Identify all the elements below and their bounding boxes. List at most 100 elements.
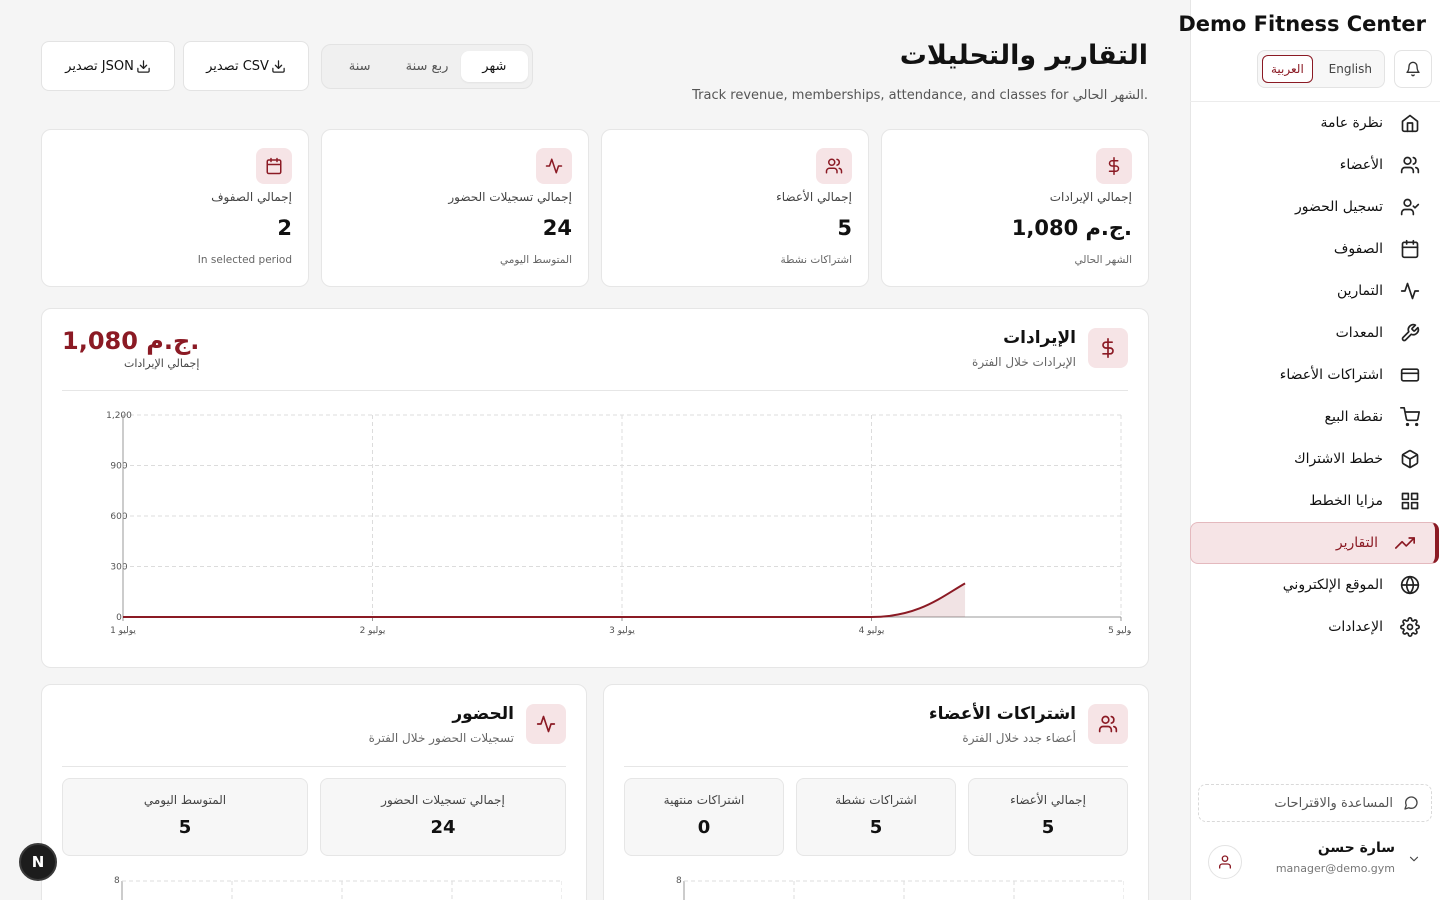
- activity-icon: [526, 704, 566, 744]
- sidebar-item-label: التمارين: [1336, 283, 1383, 299]
- revenue-total-label: إجمالي الإيرادات: [124, 357, 200, 370]
- package-icon: [1399, 448, 1421, 470]
- attendance-average-card: المتوسط اليومي 5: [62, 778, 308, 856]
- home-icon: [1399, 112, 1421, 134]
- lang-arabic-button[interactable]: العربية: [1262, 55, 1313, 83]
- sidebar-item-plan-features[interactable]: مزايا الخطط: [1190, 480, 1440, 522]
- mini-value: 5: [1041, 817, 1055, 838]
- stat-note: الشهر الحالي: [1074, 254, 1133, 266]
- notifications-button[interactable]: [1394, 50, 1432, 88]
- export-json-button[interactable]: تصدير JSON: [41, 41, 175, 91]
- sidebar-item-members[interactable]: الأعضاء: [1190, 144, 1440, 186]
- cart-icon: [1399, 406, 1421, 428]
- revenue-series-line: [123, 582, 966, 618]
- dev-tools-button[interactable]: N: [19, 843, 57, 881]
- chart-x-tick-label: 1 يوليو: [110, 626, 136, 636]
- mini-label: إجمالي الأعضاء: [1010, 793, 1086, 807]
- mini-label: اشتراكات نشطة: [835, 793, 917, 807]
- trending-up-icon: [1394, 532, 1416, 554]
- sidebar: Demo Fitness Center العربية English نظرة…: [1178, 0, 1440, 900]
- period-quarter-button[interactable]: ربع سنة: [393, 51, 460, 82]
- page-subtitle: Track revenue, memberships, attendance, …: [692, 88, 1148, 103]
- members-chart-top-tick: 8: [676, 876, 682, 886]
- language-switch: العربية English: [1257, 50, 1385, 88]
- members-active-card: اشتراكات نشطة 5: [796, 778, 956, 856]
- sidebar-item-memberships[interactable]: اشتراكات الأعضاء: [1190, 354, 1440, 396]
- period-month-button[interactable]: شهر: [460, 51, 528, 82]
- help-feedback-button[interactable]: المساعدة والاقتراحات: [1198, 784, 1432, 822]
- panel-divider: [624, 766, 1128, 767]
- members-subtitle: أعضاء جدد خلال الفترة: [962, 731, 1076, 745]
- user-menu[interactable]: سارة حسن manager@demo.gym: [1190, 830, 1440, 900]
- globe-icon: [1399, 574, 1421, 596]
- stat-card-classes: إجمالي الصفوف 2 In selected period: [41, 129, 309, 287]
- calendar-icon: [256, 148, 292, 184]
- stat-label: إجمالي الصفوف: [211, 190, 292, 204]
- mini-label: المتوسط اليومي: [143, 793, 227, 807]
- sidebar-item-website[interactable]: الموقع الإلكتروني: [1190, 564, 1440, 606]
- brand-name: Demo Fitness Center: [1178, 12, 1426, 36]
- avatar: [1208, 845, 1242, 879]
- sidebar-item-attendance[interactable]: تسجيل الحضور: [1190, 186, 1440, 228]
- sidebar-item-workouts[interactable]: التمارين: [1190, 270, 1440, 312]
- download-icon: [271, 59, 286, 74]
- mini-value: 5: [178, 817, 192, 838]
- export-csv-button[interactable]: تصدير CSV: [183, 41, 309, 91]
- help-label: المساعدة والاقتراحات: [1274, 795, 1393, 811]
- attendance-total-card: إجمالي تسجيلات الحضور 24: [320, 778, 566, 856]
- period-year-button[interactable]: سنة: [326, 51, 393, 82]
- grid-icon: [1399, 490, 1421, 512]
- calendar-icon: [1399, 238, 1421, 260]
- wrench-icon: [1399, 322, 1421, 344]
- stat-value: 24: [542, 216, 572, 240]
- stat-card-checkins: إجمالي تسجيلات الحضور 24 المتوسط اليومي: [321, 129, 589, 287]
- revenue-chart: 0 300 600 900 1,200 1 يوليو 2 يوليو 3 يوليو 4 يو…: [106, 411, 1131, 636]
- export-json-label: تصدير JSON: [65, 58, 134, 74]
- stat-card-members: إجمالي الأعضاء 5 اشتراكات نشطة: [601, 129, 869, 287]
- members-expired-card: اشتراكات منتهية 0: [624, 778, 784, 856]
- attendance-subtitle: تسجيلات الحضور خلال الفترة: [368, 731, 514, 745]
- sidebar-item-plans[interactable]: خطط الاشتراك: [1190, 438, 1440, 480]
- chart-x-tick-label: 2 يوليو: [360, 626, 386, 636]
- user-check-icon: [1399, 196, 1421, 218]
- revenue-total: 1,080 ج.م. إجمالي الإيرادات: [62, 327, 199, 370]
- chart-y-tick-label: 900: [110, 462, 127, 472]
- stat-value: 1,080 ج.م.: [1011, 216, 1132, 240]
- panel-divider: [62, 766, 566, 767]
- stat-card-revenue: إجمالي الإيرادات 1,080 ج.م. الشهر الحالي: [881, 129, 1149, 287]
- revenue-panel: الإيرادات الإيرادات خلال الفترة 1,080 ج.…: [41, 308, 1149, 668]
- members-chart: 8: [676, 876, 1124, 900]
- revenue-area-fill: [123, 583, 966, 617]
- sidebar-item-label: الأعضاء: [1339, 157, 1383, 173]
- sidebar-item-label: اشتراكات الأعضاء: [1279, 367, 1383, 383]
- period-selector: سنة ربع سنة شهر: [321, 44, 533, 89]
- message-circle-icon: [1403, 795, 1419, 811]
- sidebar-item-pos[interactable]: نقطة البيع: [1190, 396, 1440, 438]
- users-icon: [1399, 154, 1421, 176]
- mini-label: إجمالي تسجيلات الحضور: [381, 793, 505, 807]
- user-icon: [1217, 854, 1233, 870]
- revenue-total-value: 1,080 ج.م.: [62, 327, 200, 355]
- revenue-subtitle: الإيرادات خلال الفترة: [972, 355, 1076, 369]
- sidebar-item-reports[interactable]: التقارير: [1190, 522, 1439, 564]
- credit-card-icon: [1399, 364, 1421, 386]
- lang-english-button[interactable]: English: [1321, 56, 1380, 82]
- panel-divider: [62, 390, 1128, 391]
- sidebar-item-overview[interactable]: نظرة عامة: [1190, 102, 1440, 144]
- attendance-panel: الحضور تسجيلات الحضور خلال الفترة إجمالي…: [41, 684, 587, 900]
- dollar-icon: [1088, 328, 1128, 368]
- revenue-title: الإيرادات: [1003, 328, 1076, 348]
- attendance-chart-top-tick: 8: [114, 876, 120, 886]
- mini-value: 5: [869, 817, 883, 838]
- sidebar-item-settings[interactable]: الإعدادات: [1190, 606, 1440, 648]
- sidebar-item-equipment[interactable]: المعدات: [1190, 312, 1440, 354]
- chart-y-tick-label: 1,200: [106, 411, 132, 421]
- mini-label: اشتراكات منتهية: [663, 793, 745, 807]
- sidebar-item-label: مزايا الخطط: [1309, 493, 1383, 509]
- user-email: manager@demo.gym: [1275, 862, 1395, 875]
- chart-x-tick-label: 3 يوليو: [609, 626, 635, 636]
- mini-value: 0: [697, 817, 711, 838]
- sidebar-item-classes[interactable]: الصفوف: [1190, 228, 1440, 270]
- stat-note: المتوسط اليومي: [500, 254, 572, 266]
- bell-icon: [1405, 61, 1421, 77]
